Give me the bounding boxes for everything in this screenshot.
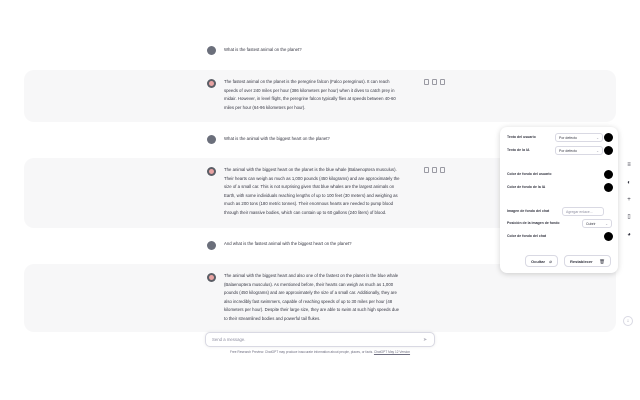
disclaimer-text: Free Research Preview. ChatGPT may produ… bbox=[229, 350, 374, 354]
disclaimer: Free Research Preview. ChatGPT may produ… bbox=[0, 350, 640, 354]
composer-placeholder: Send a message. bbox=[212, 337, 246, 342]
ai-message-line: kilometers per hour). Despite their larg… bbox=[224, 307, 400, 313]
ai-message-line: The animal with the biggest heart and al… bbox=[224, 273, 399, 278]
ai-message-line: much as 200 tons (180 metric tonnes). Th… bbox=[224, 201, 394, 207]
ai-message-line: Earth, with some individuals reaching le… bbox=[224, 192, 398, 198]
message-actions bbox=[424, 79, 445, 85]
send-icon[interactable]: ➤ bbox=[423, 337, 429, 343]
theme-settings-panel: Texto del usuario Por defecto ⌄ Texto de… bbox=[500, 127, 618, 273]
reset-button[interactable]: Restablecer 🗑 bbox=[564, 255, 611, 267]
ai-bg-color-swatch[interactable] bbox=[604, 183, 613, 192]
document-icon[interactable]: ▯ bbox=[622, 210, 636, 224]
user-message: What is the fastest animal on the planet… bbox=[224, 47, 302, 52]
hide-button-label: Ocultar bbox=[531, 259, 546, 264]
chat-bg-color-label: Color de fondo del chat bbox=[507, 234, 547, 238]
chevron-down-icon: ⌄ bbox=[596, 149, 599, 153]
ai-message-line: speeds of over 240 miles per hour (386 k… bbox=[224, 87, 395, 93]
version-link[interactable]: ChatGPT May 12 Version bbox=[374, 350, 410, 354]
ai-text-label: Texto de la IA bbox=[507, 148, 530, 152]
chevron-down-icon: ⌄ bbox=[605, 222, 608, 226]
bg-image-position-select[interactable]: Cubrir ⌄ bbox=[582, 219, 612, 228]
bg-image-position-value: Cubrir bbox=[586, 222, 596, 226]
user-message: What is the animal with the biggest hear… bbox=[224, 136, 330, 141]
hide-button[interactable]: Ocultar ⌀ bbox=[525, 255, 558, 267]
ai-message-line: Their hearts can weigh as much as 1,000 … bbox=[224, 175, 400, 181]
chat-bg-image-input[interactable]: Agregar enlace... bbox=[562, 207, 604, 216]
user-avatar bbox=[207, 46, 216, 55]
ai-message-line: also incredibly fast swimmers, capable o… bbox=[224, 298, 393, 304]
ai-message: The animal with the biggest heart on the… bbox=[224, 166, 424, 218]
ai-message: The animal with the biggest heart and al… bbox=[224, 272, 424, 324]
chat-bg-image-row: Imagen de fondo del chat Agregar enlace.… bbox=[507, 207, 613, 216]
ai-message-line: miles per hour (64-96 kilometers per hou… bbox=[224, 104, 306, 110]
menu-icon[interactable]: ≡ bbox=[622, 158, 636, 172]
copy-icon[interactable] bbox=[424, 79, 429, 85]
ai-text-select[interactable]: Por defecto ⌄ bbox=[555, 146, 603, 155]
trash-icon: 🗑 bbox=[599, 259, 605, 264]
chevron-down-icon: ⌄ bbox=[596, 136, 599, 140]
ai-message-line: pounds (450 kilograms) and are approxima… bbox=[224, 290, 397, 296]
ai-message-line: through their massive bodies, which can … bbox=[224, 209, 387, 215]
bg-image-position-label: Posición de la imagen de fondo bbox=[507, 221, 560, 225]
ai-message-line: midair. However, in level flight, the pe… bbox=[224, 96, 396, 102]
chat-bg-image-label: Imagen de fondo del chat bbox=[507, 209, 550, 213]
reset-button-label: Restablecer bbox=[570, 259, 593, 264]
message-composer[interactable]: Send a message. ➤ bbox=[205, 332, 435, 347]
bg-image-position-row: Posición de la imagen de fondo Cubrir ⌄ bbox=[507, 219, 613, 228]
thumbs-up-icon[interactable] bbox=[432, 167, 437, 173]
eye-off-icon: ⌀ bbox=[549, 259, 552, 264]
ai-bg-label: Color de fondo de la IA bbox=[507, 185, 546, 189]
thumbs-down-icon[interactable] bbox=[440, 167, 445, 173]
copy-icon[interactable] bbox=[424, 167, 429, 173]
arrow-down-icon[interactable]: ↓ bbox=[623, 316, 633, 326]
chat-bg-color-swatch[interactable] bbox=[604, 232, 613, 241]
ai-text-value: Por defecto bbox=[559, 149, 577, 153]
thumbs-up-icon[interactable] bbox=[432, 79, 437, 85]
user-text-value: Por defecto bbox=[559, 136, 577, 140]
chat-bg-color-row: Color de fondo del chat bbox=[507, 232, 613, 241]
user-bg-label: Color de fondo del usuario bbox=[507, 172, 552, 176]
plus-icon[interactable]: + bbox=[622, 193, 636, 207]
user-text-label: Texto del usuario bbox=[507, 135, 536, 139]
user-text-row: Texto del usuario Por defecto ⌄ bbox=[507, 133, 613, 142]
ai-avatar bbox=[207, 167, 216, 176]
ai-message-line: (Balaenoptera musculus). As mentioned be… bbox=[224, 281, 394, 287]
user-bg-color-swatch[interactable] bbox=[604, 170, 613, 179]
user-message: And what is the fastest animal with the … bbox=[224, 241, 352, 246]
ai-bg-row: Color de fondo de la IA bbox=[507, 183, 613, 192]
ai-text-color-swatch[interactable] bbox=[604, 146, 613, 155]
ai-avatar bbox=[207, 273, 216, 282]
user-avatar bbox=[207, 135, 216, 144]
message-actions bbox=[424, 167, 445, 173]
user-text-color-swatch[interactable] bbox=[604, 133, 613, 142]
ai-text-row: Texto de la IA Por defecto ⌄ bbox=[507, 146, 613, 155]
thumbs-down-icon[interactable] bbox=[440, 79, 445, 85]
ai-message-line: The animal with the biggest heart on the… bbox=[224, 167, 397, 172]
ai-avatar bbox=[207, 79, 216, 88]
ai-message: The fastest animal on the planet is the … bbox=[224, 78, 424, 112]
user-avatar bbox=[207, 241, 216, 250]
palette-icon[interactable]: ◕ bbox=[622, 228, 636, 242]
contrast-icon[interactable]: ◐ bbox=[622, 176, 636, 190]
user-text-select[interactable]: Por defecto ⌄ bbox=[555, 133, 603, 142]
ai-message-line: size of a small car. This is not surpris… bbox=[224, 184, 395, 190]
user-bg-row: Color de fondo del usuario bbox=[507, 170, 613, 179]
ai-message-line: to their streamlined bodies and powerful… bbox=[224, 315, 321, 321]
ai-message-line: The fastest animal on the planet is the … bbox=[224, 79, 390, 84]
